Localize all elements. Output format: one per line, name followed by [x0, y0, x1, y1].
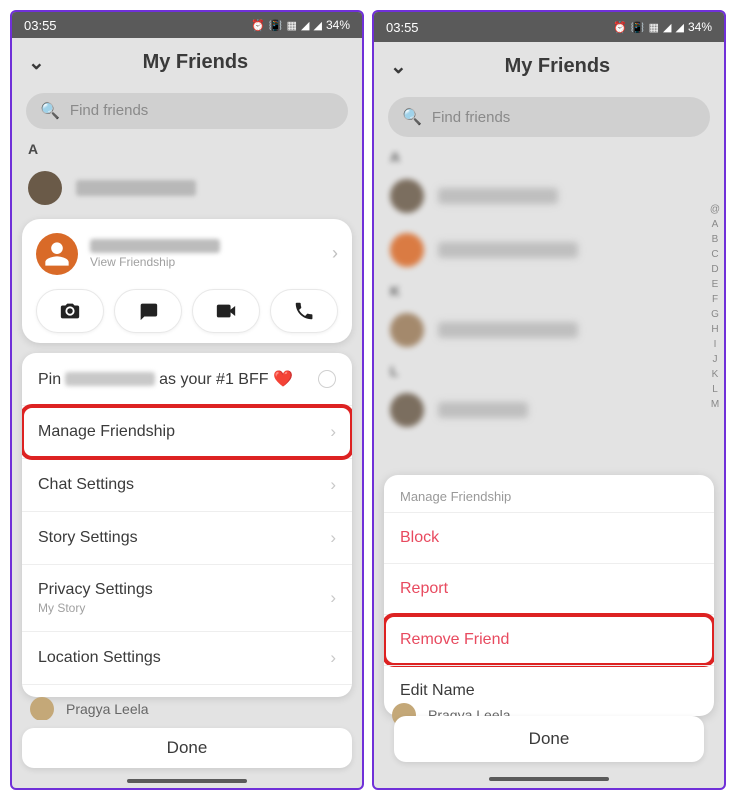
send-profile-option[interactable]: Send Profile To… — [22, 685, 352, 698]
friend-name-blurred — [438, 188, 558, 204]
remove-friend-option[interactable]: Remove Friend — [384, 614, 714, 665]
battery-pct: 34% — [688, 20, 712, 34]
chevron-right-icon: › — [330, 648, 336, 668]
manage-friendship-option[interactable]: Manage Friendship › — [22, 406, 352, 459]
privacy-settings-option[interactable]: Privacy SettingsMy Story › — [22, 565, 352, 632]
search-placeholder: Find friends — [432, 109, 510, 126]
section-header-a: A — [12, 135, 362, 161]
section-header-k: K — [374, 277, 724, 303]
done-button[interactable]: Done — [394, 716, 704, 762]
status-time: 03:55 — [386, 20, 419, 35]
video-button[interactable] — [192, 289, 260, 333]
avatar[interactable] — [36, 233, 78, 275]
friend-name-blurred — [90, 239, 220, 253]
section-header-a: A — [374, 143, 724, 169]
chevron-right-icon: › — [330, 528, 336, 548]
nav-handle — [127, 779, 247, 783]
radio-icon[interactable] — [318, 370, 336, 388]
phone-screen-left: 03:55 ⏰ 📳 ▦ ◢ ◢ 34% ⌄ My Friends 🔍 Find … — [10, 10, 364, 790]
avatar — [28, 171, 62, 205]
volte-icon: ▦ — [287, 19, 297, 32]
alpha-index[interactable]: @ A B C D E F G H I J K L M — [708, 202, 722, 412]
friend-row[interactable] — [12, 161, 362, 215]
nav-handle — [489, 777, 609, 781]
status-right: ⏰ 📳 ▦ ◢ ◢ 34% — [251, 18, 350, 32]
status-right: ⏰ 📳 ▦ ◢ ◢ 34% — [613, 20, 712, 34]
search-icon: 🔍 — [40, 101, 60, 121]
chat-button[interactable] — [114, 289, 182, 333]
report-option[interactable]: Report — [384, 563, 714, 614]
location-settings-option[interactable]: Location Settings › — [22, 632, 352, 685]
status-bar: 03:55 ⏰ 📳 ▦ ◢ ◢ 34% — [374, 12, 724, 42]
vibrate-icon: 📳 — [269, 19, 283, 32]
header: ⌄ My Friends — [374, 42, 724, 91]
friend-popup-card: View Friendship › — [22, 219, 352, 343]
alarm-icon: ⏰ — [251, 19, 265, 32]
avatar — [390, 179, 424, 213]
section-header-l: L — [374, 357, 724, 383]
battery-pct: 34% — [326, 18, 350, 32]
sheet-title: Manage Friendship — [384, 475, 714, 512]
friend-row[interactable] — [374, 169, 724, 223]
alarm-icon: ⏰ — [613, 21, 627, 34]
phone-screen-right: 03:55 ⏰ 📳 ▦ ◢ ◢ 34% ⌄ My Friends 🔍 Find … — [372, 10, 726, 790]
friend-name-blurred — [438, 322, 578, 338]
signal1-icon: ◢ — [663, 21, 671, 34]
view-friendship-link[interactable]: View Friendship — [90, 255, 320, 269]
pin-bff-option[interactable]: Pinas your #1 BFF ❤️ — [22, 353, 352, 406]
vibrate-icon: 📳 — [631, 21, 645, 34]
search-icon: 🔍 — [402, 107, 422, 127]
block-option[interactable]: Block — [384, 512, 714, 563]
friend-name-blurred — [65, 372, 155, 386]
status-time: 03:55 — [24, 18, 57, 33]
chevron-right-icon: › — [330, 422, 336, 442]
manage-friendship-sheet: Manage Friendship Block Report Remove Fr… — [384, 475, 714, 716]
friend-name: Pragya Leela — [66, 701, 149, 717]
chevron-right-icon[interactable]: › — [332, 243, 338, 264]
chevron-down-icon[interactable]: ⌄ — [28, 50, 45, 75]
friend-row[interactable] — [374, 303, 724, 357]
search-input[interactable]: 🔍 Find friends — [388, 97, 710, 137]
signal1-icon: ◢ — [301, 19, 309, 32]
avatar — [390, 233, 424, 267]
camera-button[interactable] — [36, 289, 104, 333]
avatar — [30, 697, 54, 720]
story-settings-option[interactable]: Story Settings › — [22, 512, 352, 565]
search-placeholder: Find friends — [70, 102, 148, 119]
friend-row[interactable] — [374, 383, 724, 437]
chevron-right-icon: › — [330, 475, 336, 495]
page-title: My Friends — [407, 55, 708, 78]
page-title: My Friends — [45, 51, 346, 74]
chevron-down-icon[interactable]: ⌄ — [390, 54, 407, 79]
signal2-icon: ◢ — [314, 19, 322, 32]
friend-name-blurred — [438, 402, 528, 418]
header: ⌄ My Friends — [12, 38, 362, 87]
volte-icon: ▦ — [649, 21, 659, 34]
signal2-icon: ◢ — [676, 21, 684, 34]
friend-name-blurred — [438, 242, 578, 258]
chevron-right-icon: › — [330, 588, 336, 608]
friend-name-blurred — [76, 180, 196, 196]
friend-row-peek: Pragya Leela — [12, 697, 362, 720]
avatar — [390, 393, 424, 427]
status-bar: 03:55 ⏰ 📳 ▦ ◢ ◢ 34% — [12, 12, 362, 38]
call-button[interactable] — [270, 289, 338, 333]
avatar — [390, 313, 424, 347]
search-input[interactable]: 🔍 Find friends — [26, 93, 348, 128]
friend-menu-list: Pinas your #1 BFF ❤️ Manage Friendship ›… — [22, 353, 352, 698]
done-button[interactable]: Done — [22, 728, 352, 768]
chat-settings-option[interactable]: Chat Settings › — [22, 459, 352, 512]
friend-row[interactable] — [374, 223, 724, 277]
